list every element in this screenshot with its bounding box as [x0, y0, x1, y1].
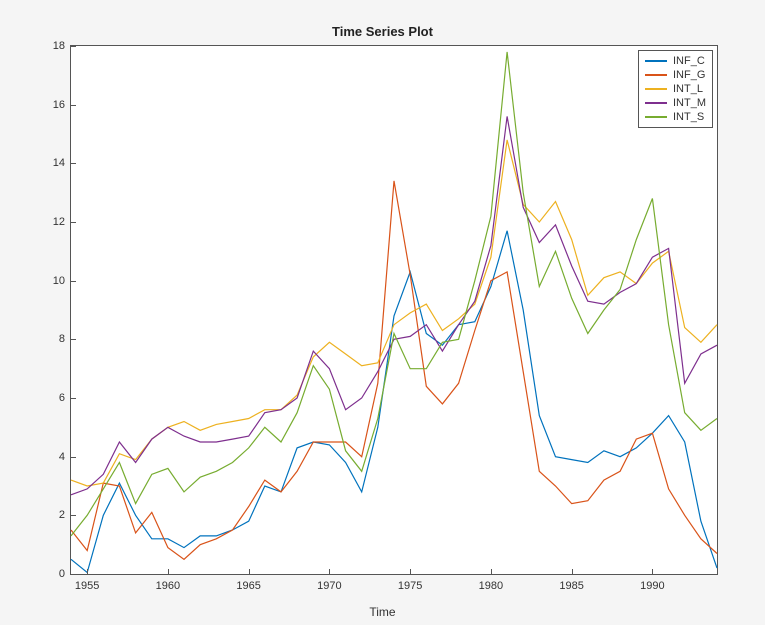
axes: INF_CINF_GINT_LINT_MINT_S 19551960196519… [70, 45, 718, 575]
figure: Time Series Plot INF_CINF_GINT_LINT_MINT… [0, 0, 765, 625]
legend-label: INT_M [673, 96, 706, 110]
legend: INF_CINF_GINT_LINT_MINT_S [638, 50, 713, 128]
series-INT_M [71, 116, 717, 494]
ytick-label: 10 [37, 275, 65, 287]
xtick-label: 1990 [640, 580, 664, 592]
legend-swatch [645, 88, 667, 90]
legend-item: INT_S [645, 110, 706, 124]
legend-swatch [645, 60, 667, 62]
legend-label: INT_S [673, 110, 704, 124]
ytick-label: 4 [37, 451, 65, 463]
legend-item: INF_C [645, 54, 706, 68]
xtick-label: 1960 [156, 580, 180, 592]
x-axis-label: Time [0, 605, 765, 619]
xtick-label: 1975 [398, 580, 422, 592]
series-INT_L [71, 140, 717, 486]
xtick-label: 1980 [479, 580, 503, 592]
xtick-label: 1970 [317, 580, 341, 592]
legend-item: INT_M [645, 96, 706, 110]
legend-label: INF_C [673, 54, 705, 68]
legend-label: INF_G [673, 68, 705, 82]
legend-item: INT_L [645, 82, 706, 96]
series-INT_S [71, 52, 717, 536]
ytick-label: 2 [37, 509, 65, 521]
plot-canvas [71, 46, 717, 574]
series-INF_C [71, 231, 717, 573]
xtick-label: 1985 [559, 580, 583, 592]
ytick-label: 12 [37, 216, 65, 228]
xtick-label: 1955 [75, 580, 99, 592]
ytick-label: 0 [37, 568, 65, 580]
legend-swatch [645, 116, 667, 118]
xtick-label: 1965 [236, 580, 260, 592]
ytick-label: 16 [37, 99, 65, 111]
ytick-label: 18 [37, 40, 65, 52]
ytick-label: 6 [37, 392, 65, 404]
legend-swatch [645, 74, 667, 76]
legend-item: INF_G [645, 68, 706, 82]
ytick-label: 8 [37, 333, 65, 345]
series-INF_G [71, 181, 717, 559]
legend-swatch [645, 102, 667, 104]
chart-title: Time Series Plot [0, 24, 765, 39]
ytick-label: 14 [37, 157, 65, 169]
legend-label: INT_L [673, 82, 703, 96]
